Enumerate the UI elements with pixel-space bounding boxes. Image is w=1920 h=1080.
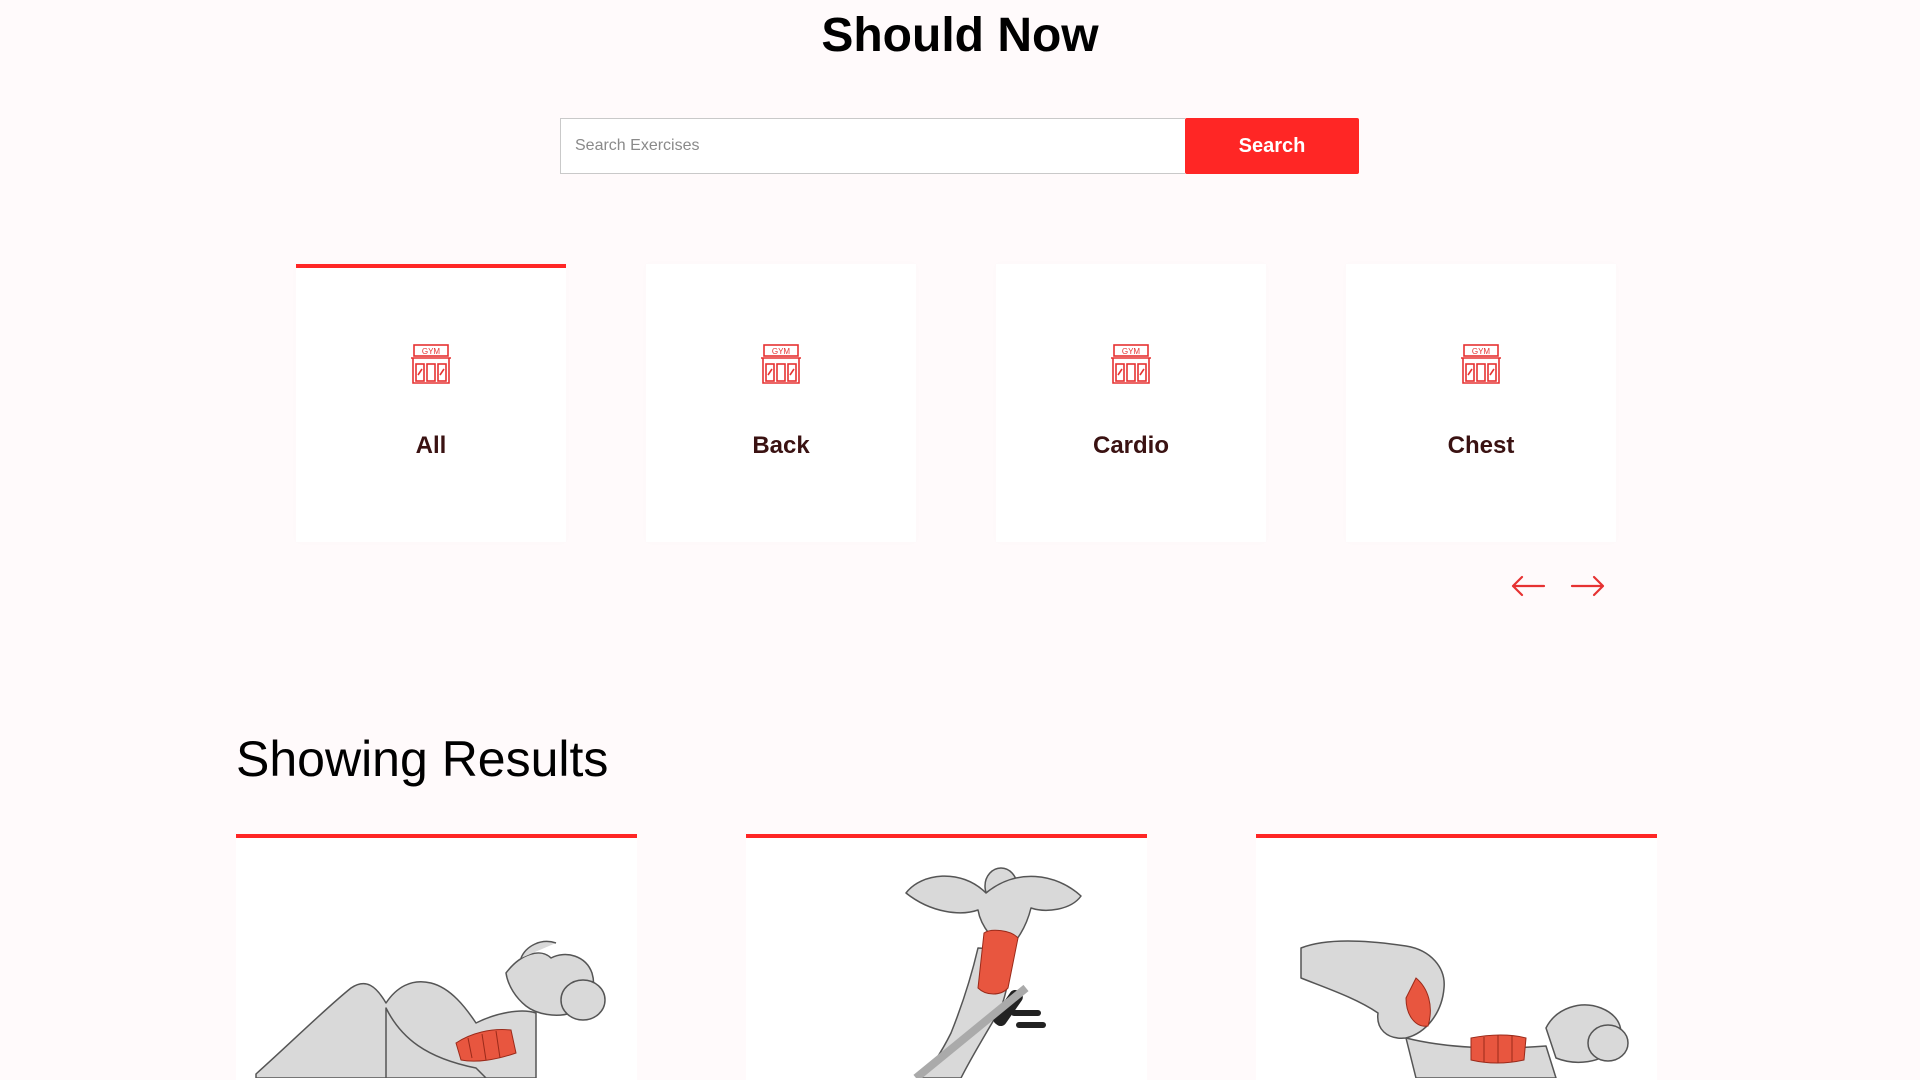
category-card-all[interactable]: GYM All: [296, 264, 566, 542]
category-card-back[interactable]: GYM Back: [646, 264, 916, 542]
search-button[interactable]: Search: [1185, 118, 1359, 174]
exercise-card[interactable]: [236, 834, 637, 1080]
search-bar: Search: [560, 118, 1359, 174]
arrow-left-icon[interactable]: [1510, 572, 1546, 600]
decline-situp-exercise-image: [905, 867, 1082, 1078]
category-card-chest[interactable]: GYM Chest: [1346, 264, 1616, 542]
gym-icon: GYM: [1461, 344, 1501, 384]
results-title: Showing Results: [236, 731, 609, 787]
gym-icon: GYM: [1111, 344, 1151, 384]
crunch-exercise-image: [255, 940, 606, 1078]
category-label: Back: [752, 432, 810, 459]
svg-text:GYM: GYM: [1472, 347, 1491, 356]
category-label: Chest: [1447, 432, 1515, 459]
category-label: All: [415, 432, 447, 459]
reverse-crunch-exercise-image: [1300, 940, 1629, 1078]
gym-icon: GYM: [761, 344, 801, 384]
category-card-cardio[interactable]: GYM Cardio: [996, 264, 1266, 542]
page-title: Should Now: [821, 9, 1099, 62]
exercise-card[interactable]: [746, 834, 1147, 1080]
search-input[interactable]: [560, 118, 1185, 174]
svg-text:GYM: GYM: [1122, 347, 1141, 356]
exercises-page: Should Now Search GYM All: [0, 0, 1920, 1080]
svg-text:GYM: GYM: [772, 347, 791, 356]
category-label: Cardio: [1092, 432, 1169, 459]
svg-text:GYM: GYM: [422, 347, 441, 356]
exercise-card[interactable]: [1256, 834, 1657, 1080]
arrow-right-icon[interactable]: [1570, 572, 1606, 600]
gym-icon: GYM: [411, 344, 451, 384]
